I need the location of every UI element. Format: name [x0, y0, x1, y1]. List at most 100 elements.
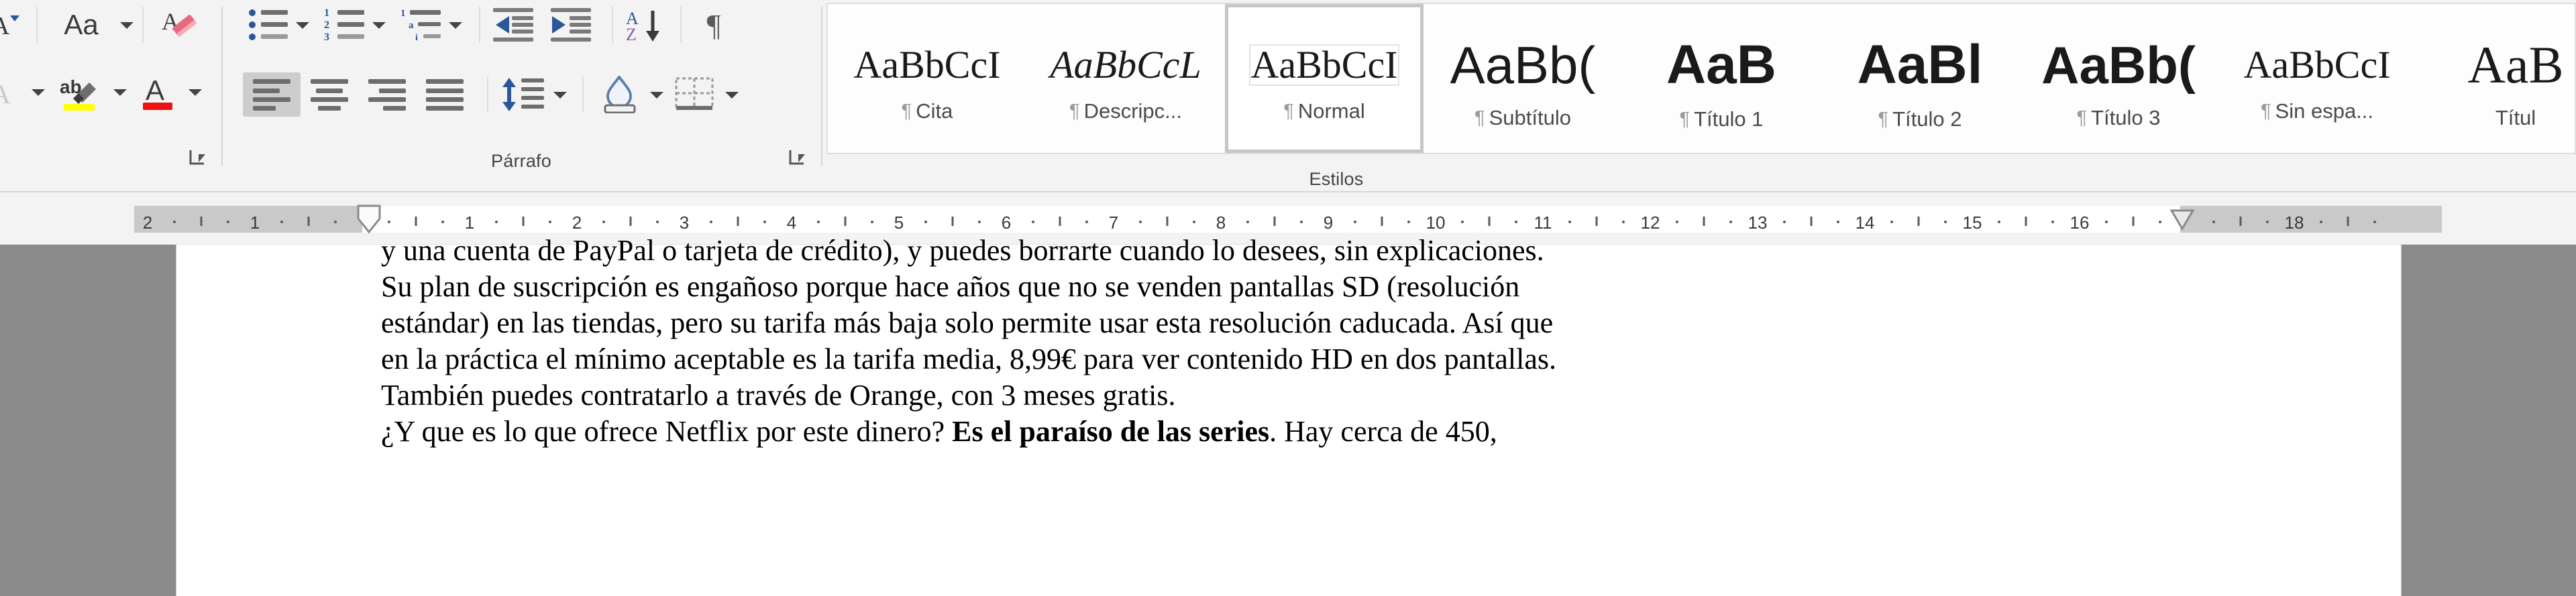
align-left-button[interactable] [243, 72, 301, 117]
shading-dropdown[interactable] [648, 75, 665, 114]
style-name: ¶ Cita [902, 99, 953, 123]
ruler-half-mark [1595, 217, 1598, 226]
paragraph-text-run: ¿Y que es lo que ofrece Netflix por este… [381, 415, 953, 448]
right-indent-icon [2169, 209, 2195, 231]
sort-button[interactable]: A Z [620, 5, 671, 44]
font-dialog-launcher[interactable] [186, 146, 209, 169]
ruler-quarter-mark [549, 221, 551, 223]
decrease-font-size-icon: A [0, 12, 19, 40]
ruler-quarter-mark [2212, 221, 2215, 223]
numbering-dropdown[interactable] [370, 5, 388, 44]
font-color-button[interactable]: A [129, 72, 186, 111]
show-formatting-marks-button[interactable]: ¶ [688, 5, 739, 44]
ruler-quarter-mark [173, 221, 176, 223]
svg-text:Z: Z [626, 25, 637, 43]
style-label: Sin espa... [2275, 99, 2374, 123]
ruler-quarter-mark [1676, 221, 1678, 223]
align-center-button[interactable] [301, 72, 358, 117]
style-item-subt-tulo[interactable]: AaBb(¶ Subtítulo [1424, 4, 1622, 153]
chevron-down-icon [189, 89, 202, 96]
align-center-icon [311, 79, 348, 111]
decrease-font-size-button[interactable]: A [0, 5, 30, 44]
style-item-normal[interactable]: AaBbCcI ¶ Normal [1225, 4, 1424, 153]
decrease-indent-button[interactable] [487, 5, 539, 44]
font-effects-button[interactable]: A [0, 72, 30, 111]
paragraph-dialog-launcher[interactable] [786, 146, 809, 169]
right-indent-marker[interactable] [2169, 208, 2195, 235]
ruler-tick-label: 8 [1216, 213, 1226, 233]
font-color-icon: A [143, 74, 172, 110]
multilevel-list-dropdown[interactable] [447, 5, 464, 44]
justify-button[interactable] [416, 72, 474, 117]
style-item-t-tul[interactable]: AaB Títul [2416, 4, 2575, 153]
style-preview: AaBb( [2041, 36, 2196, 95]
styles-gallery[interactable]: AaBbCcI ¶ Cita AaBbCcL ¶ Descripc... AaBbCcI ¶ N… [826, 3, 2576, 154]
borders-dropdown[interactable] [723, 75, 741, 114]
style-item-t-tulo-1[interactable]: AaB ¶ Título 1 [1622, 4, 1821, 153]
ruler-quarter-mark [1729, 221, 1732, 223]
document-paragraph[interactable]: y una cuenta de PayPal o tarjeta de créd… [381, 233, 2233, 269]
chevron-down-icon [650, 92, 663, 99]
bullets-dropdown[interactable] [294, 5, 311, 44]
clear-formatting-button[interactable]: A [150, 5, 212, 44]
svg-text:3: 3 [324, 32, 329, 42]
bullets-button[interactable] [243, 5, 294, 44]
ruler-quarter-mark [710, 221, 712, 223]
ruler-quarter-mark [1300, 221, 1303, 223]
document-paragraph[interactable]: Su plan de suscripción es engañoso porqu… [381, 269, 2233, 305]
document-body-text[interactable]: y una cuenta de PayPal o tarjeta de créd… [381, 233, 2233, 450]
borders-button[interactable] [665, 72, 723, 117]
ruler-half-mark [951, 217, 954, 226]
ruler-tick-label: 1 [250, 213, 260, 233]
pilcrow-icon: ¶ [2076, 107, 2088, 129]
ruler-quarter-mark [763, 221, 766, 223]
group-label-styles: Estilos [1309, 169, 1364, 189]
text-highlight-color-button[interactable]: ab [47, 72, 111, 111]
document-page[interactable]: y una cuenta de PayPal o tarjeta de créd… [176, 234, 2402, 596]
ruler-quarter-mark [495, 221, 498, 223]
style-item-t-tulo-2[interactable]: AaBl ¶ Título 2 [1821, 4, 2019, 153]
text-highlight-color-icon: ab [60, 76, 96, 111]
pilcrow-icon: ¶ [1679, 108, 1690, 130]
style-name: ¶ Subtítulo [1474, 106, 1571, 130]
line-spacing-dropdown[interactable] [551, 75, 569, 114]
align-right-button[interactable] [358, 72, 416, 117]
left-indent-marker[interactable] [356, 204, 382, 238]
paragraph-text-run: . Hay cerca de 450, [1269, 415, 1497, 448]
multilevel-list-button[interactable]: 1 a i [396, 5, 447, 44]
document-canvas: y una cuenta de PayPal o tarjeta de créd… [0, 234, 2576, 596]
line-spacing-button[interactable] [495, 72, 551, 117]
style-preview: AaB [2467, 36, 2564, 94]
ruler-quarter-mark [334, 221, 337, 223]
ruler-ticks: 2 1 1 2 3 4 5 6 7 8 9 10 11 12 13 14 15 16 18 [134, 206, 2442, 233]
style-item-descripc[interactable]: AaBbCcL ¶ Descripc... [1026, 4, 1225, 153]
svg-text:i: i [415, 33, 418, 42]
change-case-dropdown[interactable] [118, 5, 136, 44]
document-paragraph[interactable]: en la práctica el mínimo aceptable es la… [381, 341, 2233, 377]
align-right-icon [368, 79, 406, 111]
style-item-t-tulo-3[interactable]: AaBb(¶ Título 3 [2019, 4, 2218, 153]
document-paragraph[interactable]: estándar) en las tiendas, pero su tarifa… [381, 305, 2233, 341]
pilcrow-icon: ¶ [901, 100, 912, 122]
ruler-half-mark [1917, 217, 1920, 226]
pilcrow-icon: ¶ [1069, 100, 1080, 122]
chevron-down-icon [120, 22, 133, 29]
increase-indent-button[interactable] [545, 5, 597, 44]
font-color-dropdown[interactable] [186, 72, 204, 111]
numbering-button[interactable]: 1 2 3 [319, 5, 370, 44]
ruler-half-mark [629, 217, 632, 226]
document-paragraph[interactable]: ¿Y que es lo que ofrece Netflix por este… [381, 414, 2233, 450]
ruler-quarter-mark [227, 221, 229, 223]
ruler-tick-label: 18 [2284, 213, 2304, 233]
shading-icon [604, 76, 636, 113]
shading-button[interactable] [590, 72, 648, 117]
font-effects-dropdown[interactable] [30, 72, 47, 111]
change-case-button[interactable]: Aa [44, 5, 118, 44]
style-preview: AaBbCcI [2243, 43, 2391, 86]
style-item-sin-espa[interactable]: AaBbCcI ¶ Sin espa... [2218, 4, 2416, 153]
style-item-cita[interactable]: AaBbCcI ¶ Cita [828, 4, 1026, 153]
document-paragraph[interactable]: También puedes contratarlo a través de O… [381, 377, 2233, 414]
text-highlight-color-dropdown[interactable] [111, 72, 129, 111]
ruler-half-mark [1273, 217, 1276, 226]
ruler-quarter-mark [2266, 221, 2269, 223]
